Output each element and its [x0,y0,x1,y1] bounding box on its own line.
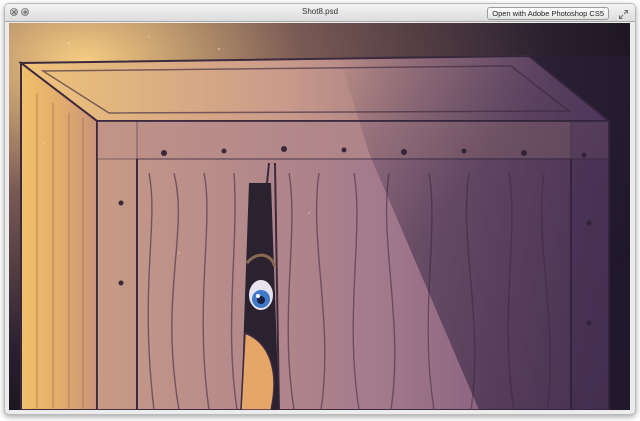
crate-illustration [9,23,630,410]
title-bar: Shot8.psd Open with Adobe Photoshop CS5 [5,4,635,22]
quicklook-window: Shot8.psd Open with Adobe Photoshop CS5 [4,3,636,415]
image-preview [9,23,630,410]
fullscreen-arrows-icon[interactable] [618,7,629,19]
open-with-photoshop-button[interactable]: Open with Adobe Photoshop CS5 [487,7,609,20]
